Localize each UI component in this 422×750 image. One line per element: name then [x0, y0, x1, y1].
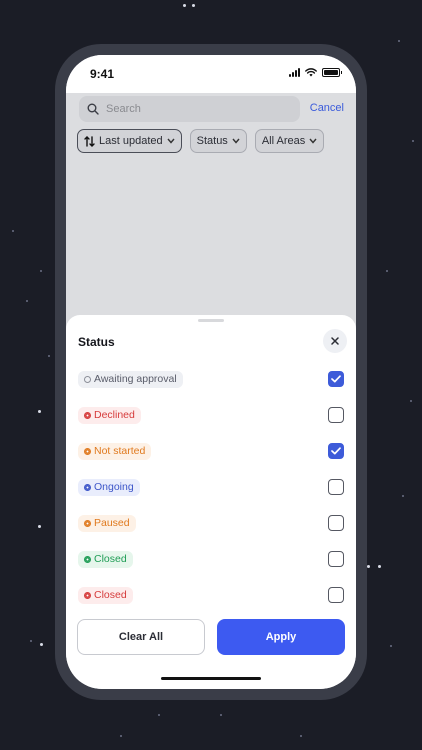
status-dot-icon [84, 591, 91, 599]
filter-chip-status[interactable]: Status [189, 129, 247, 153]
sheet-drag-handle[interactable] [198, 319, 224, 322]
filter-chip-label: Last updated [99, 135, 163, 147]
status-time: 9:41 [90, 67, 115, 81]
status-label: Ongoing [94, 481, 134, 493]
status-option[interactable]: Not started [78, 440, 344, 462]
status-dot-icon [84, 447, 91, 455]
status-checkbox[interactable] [328, 515, 344, 531]
status-bar: 9:41 [66, 55, 356, 93]
filter-chip-label: Status [196, 135, 228, 147]
checkmark-icon [331, 375, 341, 383]
status-checkbox[interactable] [328, 371, 344, 387]
status-badge: Not started [78, 442, 152, 460]
chevron-down-icon [309, 138, 317, 144]
battery-icon [322, 68, 342, 77]
status-checkbox[interactable] [328, 443, 344, 459]
status-checkbox[interactable] [328, 479, 344, 495]
status-icons [289, 68, 342, 77]
status-filter-sheet: Status Awaiting approval Declined Not star… [66, 315, 356, 689]
search-input[interactable] [106, 103, 266, 115]
status-option[interactable]: Paused [78, 512, 344, 534]
status-dot-icon [84, 375, 91, 383]
clear-all-button[interactable]: Clear All [77, 619, 205, 655]
status-option[interactable]: Closed [78, 584, 344, 606]
status-dot-icon [84, 555, 91, 563]
status-badge: Closed [78, 586, 133, 604]
chevron-down-icon [167, 138, 175, 144]
status-label: Closed [94, 589, 127, 601]
status-badge: Awaiting approval [78, 370, 183, 388]
checkmark-icon [331, 447, 341, 455]
status-label: Awaiting approval [94, 373, 177, 385]
status-badge: Ongoing [78, 478, 140, 496]
status-option[interactable]: Declined [78, 404, 344, 426]
close-icon [331, 337, 339, 345]
filter-chips: Last updated Status All Areas [77, 129, 325, 153]
apply-button[interactable]: Apply [217, 619, 345, 655]
status-dot-icon [84, 483, 91, 491]
sort-icon [84, 135, 95, 147]
cancel-button[interactable]: Cancel [310, 102, 344, 114]
phone-screen: 9:41 Cancel [66, 55, 356, 689]
status-badge: Declined [78, 406, 141, 424]
close-button[interactable] [323, 329, 347, 353]
cellular-signal-icon [289, 68, 300, 77]
status-badge: Paused [78, 514, 136, 532]
filter-chip-all-areas[interactable]: All Areas [254, 129, 325, 153]
status-label: Declined [94, 409, 135, 421]
status-checkbox[interactable] [328, 551, 344, 567]
wifi-icon [305, 68, 317, 77]
status-label: Paused [94, 517, 130, 529]
status-option[interactable]: Closed [78, 548, 344, 570]
chevron-down-icon [232, 138, 240, 144]
status-dot-icon [84, 411, 91, 419]
status-dot-icon [84, 519, 91, 527]
status-option[interactable]: Ongoing [78, 476, 344, 498]
search-header: Cancel Last updated Status All Areas [66, 93, 356, 163]
status-badge: Closed [78, 550, 133, 568]
search-bar[interactable] [79, 96, 300, 122]
filter-chip-last-updated[interactable]: Last updated [77, 129, 182, 153]
filter-chip-label: All Areas [261, 135, 306, 147]
home-indicator [161, 677, 261, 680]
phone-frame: 9:41 Cancel [55, 44, 367, 700]
status-checkbox[interactable] [328, 407, 344, 423]
status-label: Not started [94, 445, 146, 457]
status-checkbox[interactable] [328, 587, 344, 603]
search-icon [87, 103, 99, 115]
status-option[interactable]: Awaiting approval [78, 368, 344, 390]
status-label: Closed [94, 553, 127, 565]
sheet-title: Status [78, 335, 115, 349]
